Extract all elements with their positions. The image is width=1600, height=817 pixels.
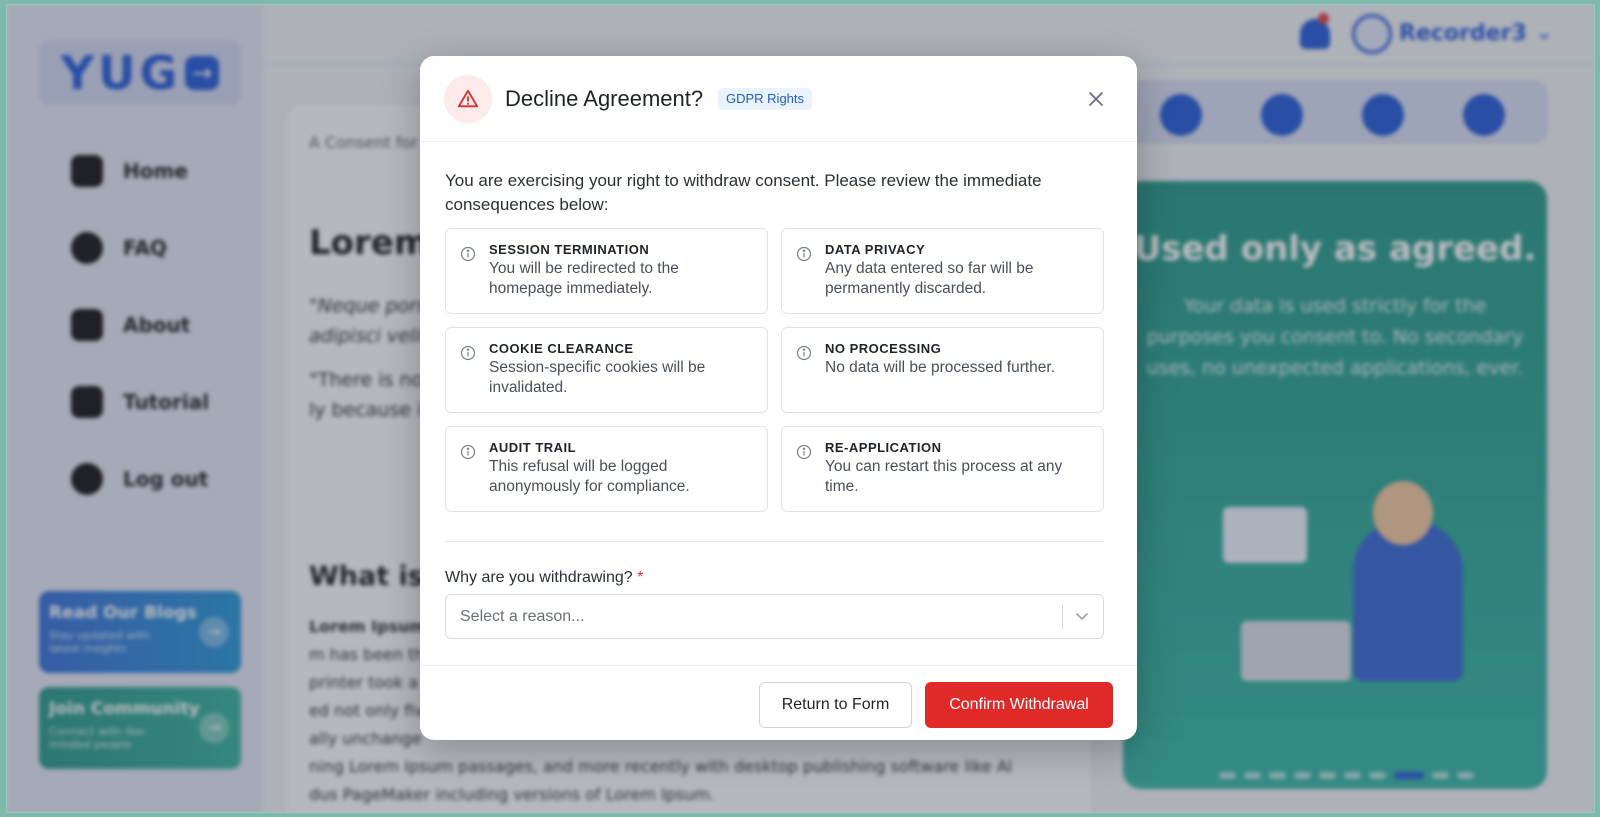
card-title: COOKIE CLEARANCE (489, 341, 634, 356)
modal-title: Decline Agreement? (505, 86, 704, 111)
card-desc: No data will be processed further. (825, 359, 1056, 376)
required-mark: * (637, 569, 644, 586)
consequence-card: AUDIT TRAIL This refusal will be logged … (445, 426, 768, 512)
info-icon (460, 246, 476, 262)
footer-divider (420, 665, 1137, 666)
card-title: SESSION TERMINATION (489, 242, 650, 257)
reason-label: Why are you withdrawing? * (445, 569, 643, 587)
reason-select-placeholder: Select a reason... (460, 608, 585, 625)
chevron-down-icon (1076, 613, 1088, 621)
info-icon (796, 345, 812, 361)
card-desc: This refusal will be logged anonymously … (489, 458, 690, 495)
consequences-grid: SESSION TERMINATION You will be redirect… (445, 228, 1104, 512)
info-icon (796, 246, 812, 262)
return-to-form-button[interactable]: Return to Form (759, 682, 912, 728)
card-desc: Session-specific cookies will be invalid… (489, 359, 706, 396)
info-icon (460, 444, 476, 460)
consequence-card: SESSION TERMINATION You will be redirect… (445, 228, 768, 314)
info-icon (796, 444, 812, 460)
close-button[interactable] (1083, 86, 1109, 112)
card-desc: You can restart this process at any time… (825, 458, 1063, 495)
decline-agreement-modal: Decline Agreement? GDPR Rights You are e… (420, 56, 1137, 740)
card-title: DATA PRIVACY (825, 242, 926, 257)
gdpr-badge: GDPR Rights (718, 88, 813, 110)
close-icon (1089, 92, 1103, 106)
reason-label-text: Why are you withdrawing? (445, 569, 633, 586)
card-desc: You will be redirected to the homepage i… (489, 260, 679, 297)
consequence-card: DATA PRIVACY Any data entered so far wil… (781, 228, 1104, 314)
consequence-card: NO PROCESSING No data will be processed … (781, 327, 1104, 413)
consequence-card: COOKIE CLEARANCE Session-specific cookie… (445, 327, 768, 413)
modal-header: Decline Agreement? GDPR Rights (420, 56, 1137, 142)
consequence-card: RE-APPLICATION You can restart this proc… (781, 426, 1104, 512)
reason-select[interactable]: Select a reason... (445, 594, 1104, 639)
card-desc: Any data entered so far will be permanen… (825, 260, 1034, 297)
card-title: NO PROCESSING (825, 341, 942, 356)
warning-icon (444, 75, 492, 123)
modal-intro: You are exercising your right to withdra… (445, 171, 1042, 214)
confirm-withdrawal-button[interactable]: Confirm Withdrawal (925, 682, 1113, 728)
divider (445, 541, 1104, 542)
select-separator (1062, 605, 1063, 629)
card-title: RE-APPLICATION (825, 440, 942, 455)
info-icon (460, 345, 476, 361)
card-title: AUDIT TRAIL (489, 440, 577, 455)
